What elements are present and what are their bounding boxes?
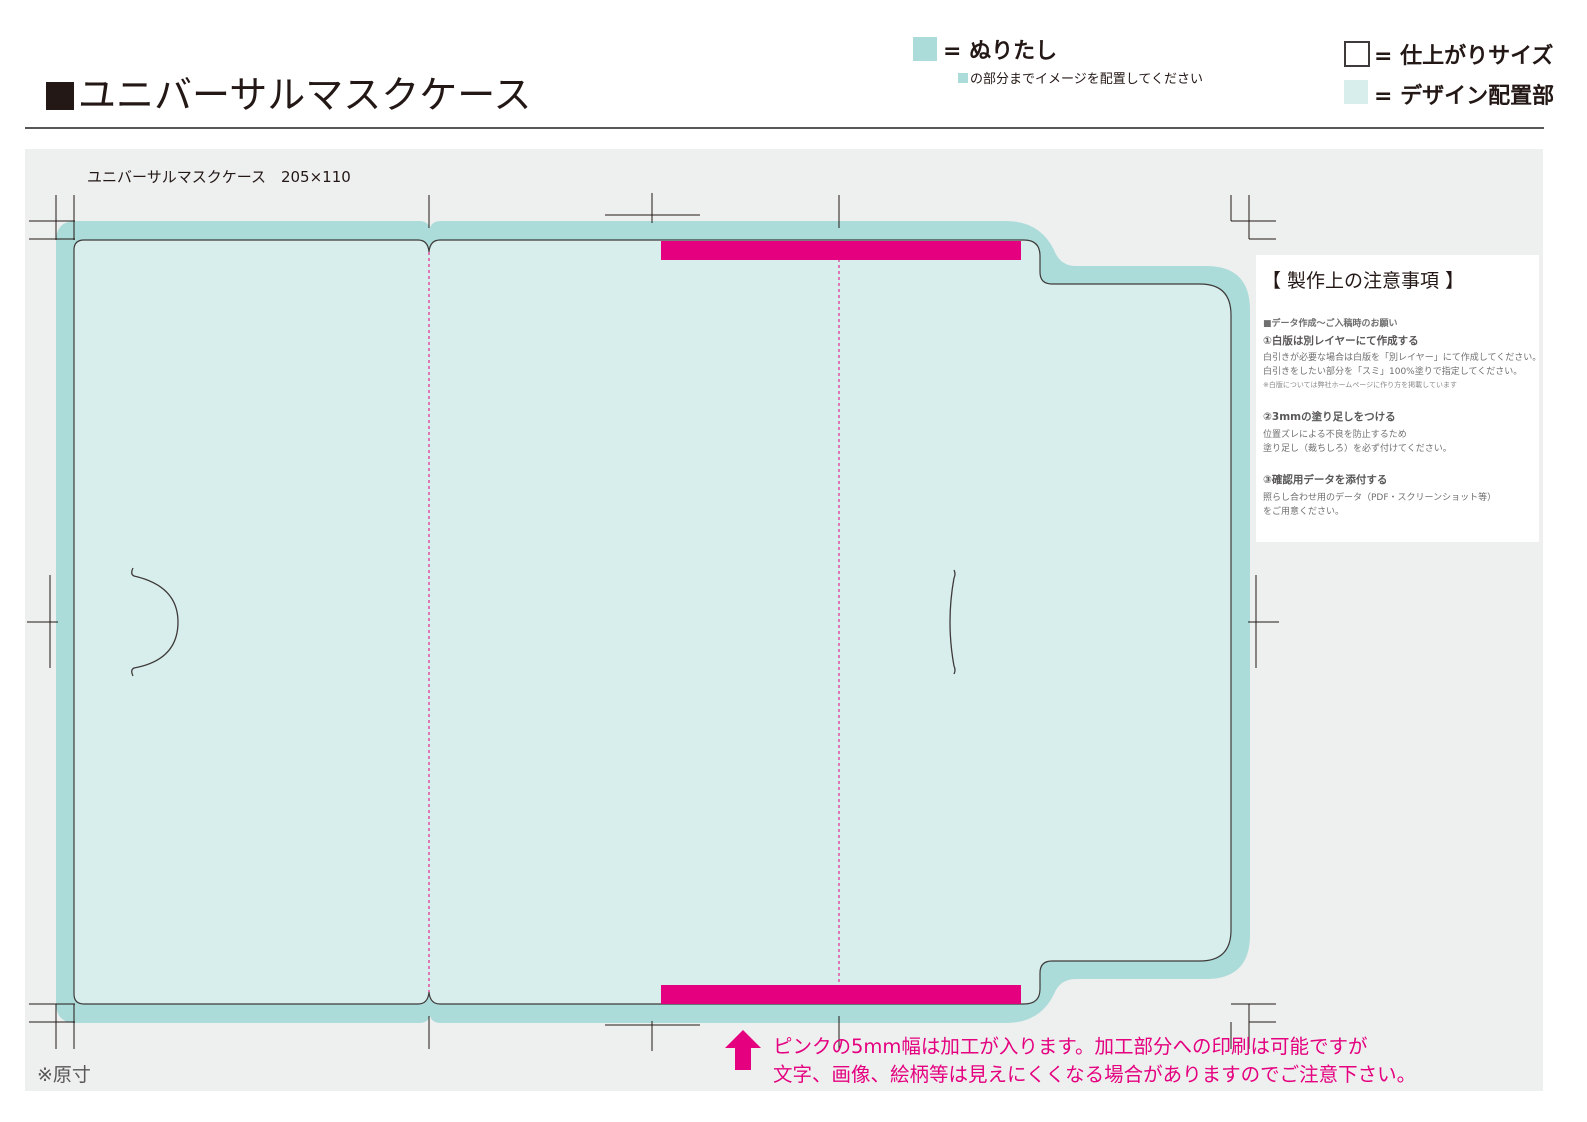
processing-note-line-1: ピンクの5mm幅は加工が入ります。加工部分への印刷は可能ですが [773, 1035, 1368, 1058]
template-label: ユニバーサルマスクケース 205×110 [87, 168, 351, 186]
note-item-3-line-2: をご用意ください。 [1263, 507, 1345, 517]
actual-size-note: ※原寸 [37, 1064, 91, 1086]
notes-title: 【 製作上の注意事項 】 [1262, 270, 1465, 292]
finish-line [73, 239, 1232, 1005]
processing-band-top [661, 241, 1021, 260]
note-item-1-heading: ①白版は別レイヤーにて作成する [1263, 335, 1419, 347]
note-item-3-line-1: 照らし合わせ用のデータ（PDF・スクリーンショット等） [1263, 493, 1497, 503]
note-item-2-heading: ②3mmの塗り足しをつける [1263, 411, 1396, 423]
processing-note-line-2: 文字、画像、絵柄等は見えにくくなる場合がありますのでご注意下さい。 [773, 1063, 1417, 1086]
note-item-1-line-1: 白引きが必要な場合は白版を「別レイヤー」にて作成してください。 [1263, 353, 1542, 363]
note-item-1-line-2: 白引きをしたい部分を「スミ」100%塗りで指定してください。 [1263, 367, 1523, 377]
note-item-1-footnote: ※白版については弊社ホームページに作り方を掲載しています [1263, 381, 1457, 389]
up-arrow-icon [725, 1030, 761, 1070]
notes-subtitle: ■データ作成〜ご入稿時のお願い [1263, 319, 1398, 329]
note-item-2-line-2: 塗り足し（裁ちしろ）を必ず付けてください。 [1263, 444, 1452, 454]
note-item-3-heading: ③確認用データを添付する [1263, 474, 1388, 486]
processing-band-bottom [661, 985, 1021, 1004]
note-item-2-line-1: 位置ズレによる不良を防止するため [1263, 430, 1407, 440]
